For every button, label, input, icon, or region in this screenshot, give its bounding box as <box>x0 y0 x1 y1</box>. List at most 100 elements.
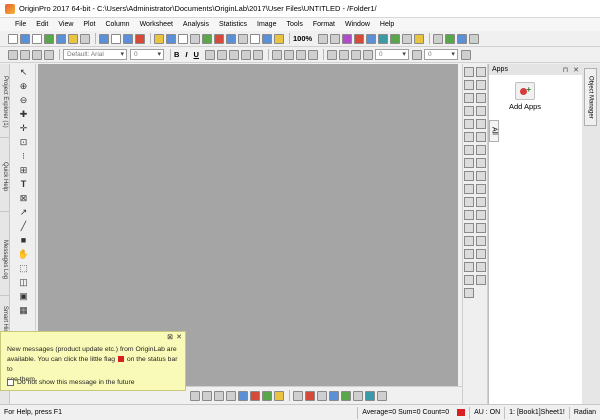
unlock-icon[interactable] <box>464 288 474 298</box>
row-stats-icon[interactable] <box>476 197 486 207</box>
tree-icon[interactable] <box>445 33 456 44</box>
statistics-icon[interactable] <box>476 132 486 142</box>
import-wizard-icon[interactable] <box>202 33 212 44</box>
menu-worksheet[interactable]: Worksheet <box>135 18 178 31</box>
save-project-icon[interactable] <box>166 33 176 44</box>
new-layout-icon[interactable] <box>68 33 78 44</box>
new-matrix-icon[interactable] <box>44 33 54 44</box>
line-style-icon[interactable] <box>362 49 373 60</box>
copy-format-icon[interactable] <box>20 49 30 60</box>
arrow-tool-icon[interactable]: ↗ <box>17 206 30 218</box>
3d-surface-icon[interactable] <box>329 390 339 401</box>
underline-button[interactable]: U <box>194 50 199 59</box>
line-width-select[interactable]: 0 <box>374 49 409 60</box>
pattern-icon[interactable] <box>350 49 361 60</box>
subscript-icon[interactable] <box>216 49 227 60</box>
code-builder-icon[interactable] <box>366 33 377 44</box>
close-icon[interactable]: ✕ <box>176 333 182 341</box>
new-function-icon[interactable] <box>56 33 66 44</box>
column-x-icon[interactable] <box>476 67 486 77</box>
polygon-icon[interactable]: ◫ <box>17 276 30 288</box>
pointer-icon[interactable]: ↖ <box>17 66 30 78</box>
menu-plot[interactable]: Plot <box>78 18 100 31</box>
ungroup-icon[interactable] <box>464 262 474 272</box>
results-log-icon[interactable] <box>378 33 389 44</box>
menu-image[interactable]: Image <box>252 18 281 31</box>
transpose-icon[interactable] <box>476 249 486 259</box>
menu-window[interactable]: Window <box>340 18 375 31</box>
hand-icon[interactable]: ✋ <box>17 248 30 260</box>
symbol-shape-icon[interactable] <box>411 49 422 60</box>
menu-help[interactable]: Help <box>375 18 399 31</box>
data-reader-icon[interactable]: ✛ <box>17 122 30 134</box>
flag-icon[interactable] <box>457 409 466 416</box>
menu-column[interactable]: Column <box>100 18 134 31</box>
open-excel-icon[interactable] <box>135 33 145 44</box>
tab-messages-log[interactable]: Messages Log <box>0 224 10 296</box>
object-manager-icon[interactable] <box>469 33 480 44</box>
split-icon[interactable] <box>476 210 486 220</box>
merge-icon[interactable] <box>464 158 474 168</box>
align-icon[interactable] <box>464 210 474 220</box>
add-apps-button[interactable]: Add Apps <box>505 82 545 111</box>
zoom-out-icon[interactable] <box>330 33 341 44</box>
contour-icon[interactable] <box>317 390 327 401</box>
tab-all[interactable]: All <box>489 120 499 142</box>
fill-random-icon[interactable] <box>476 171 486 181</box>
line-color-icon[interactable] <box>326 49 337 60</box>
toggle-icon[interactable] <box>460 49 471 60</box>
text-tool-icon[interactable]: T <box>17 178 30 190</box>
lock-icon[interactable] <box>464 275 474 285</box>
bar-plot-icon[interactable] <box>250 390 260 401</box>
add-legend-icon[interactable] <box>464 93 474 103</box>
screen-reader-icon[interactable]: ✚ <box>17 108 30 120</box>
import-csv-icon[interactable] <box>226 33 236 44</box>
open-folder-icon[interactable] <box>154 33 164 44</box>
open-icon[interactable] <box>111 33 121 44</box>
add-xy-scale-icon[interactable] <box>464 132 474 142</box>
close-icon[interactable]: ✕ <box>573 67 579 74</box>
column-plot-icon[interactable] <box>238 390 248 401</box>
column-y-icon[interactable] <box>476 80 486 90</box>
zoom-in-icon[interactable] <box>318 33 329 44</box>
filter-icon[interactable] <box>476 275 486 285</box>
new-folder-icon[interactable] <box>433 33 444 44</box>
menu-file[interactable]: File <box>10 18 31 31</box>
export-icon[interactable] <box>190 33 200 44</box>
new-graph-icon[interactable] <box>32 33 42 44</box>
menu-statistics[interactable]: Statistics <box>214 18 252 31</box>
project-explorer-icon[interactable] <box>390 33 401 44</box>
polar-icon[interactable] <box>353 390 363 401</box>
font-name-select[interactable]: Default: Arial <box>63 49 127 60</box>
histogram-icon[interactable] <box>305 390 315 401</box>
redo-icon[interactable] <box>44 49 54 60</box>
save-template-icon[interactable] <box>178 33 188 44</box>
align-right-icon[interactable] <box>295 49 306 60</box>
checkbox-box[interactable] <box>7 379 14 386</box>
duplicate-icon[interactable] <box>250 33 260 44</box>
batch-plot-icon[interactable] <box>262 33 272 44</box>
menu-analysis[interactable]: Analysis <box>178 18 214 31</box>
zoom-icon[interactable]: ⊕ <box>17 80 30 92</box>
line-plot-icon[interactable] <box>190 390 200 401</box>
refresh-icon[interactable] <box>274 33 284 44</box>
increase-font-icon[interactable] <box>240 49 251 60</box>
column-z-icon[interactable] <box>476 93 486 103</box>
line-symbol-icon[interactable] <box>214 390 224 401</box>
rectangle-tool-icon[interactable]: ■ <box>17 234 30 246</box>
dont-show-checkbox[interactable]: Do not show this message in the future <box>7 379 135 386</box>
pin-icon[interactable]: ⊠ <box>167 333 173 341</box>
greek-icon[interactable] <box>228 49 239 60</box>
back-icon[interactable] <box>464 236 474 246</box>
insert-table-icon[interactable]: ▦ <box>17 304 30 316</box>
pie-chart-icon[interactable] <box>274 390 284 401</box>
scatter-plot-icon[interactable] <box>202 390 212 401</box>
script-window-icon[interactable] <box>342 33 353 44</box>
add-column-icon[interactable] <box>476 145 486 155</box>
undo-icon[interactable] <box>32 49 42 60</box>
smart-hint-icon[interactable] <box>414 33 425 44</box>
add-colorscale-icon[interactable] <box>464 106 474 116</box>
font-color-icon[interactable] <box>307 49 318 60</box>
font-size-select[interactable]: 0 <box>130 49 164 60</box>
region-icon[interactable]: ⬚ <box>17 262 30 274</box>
